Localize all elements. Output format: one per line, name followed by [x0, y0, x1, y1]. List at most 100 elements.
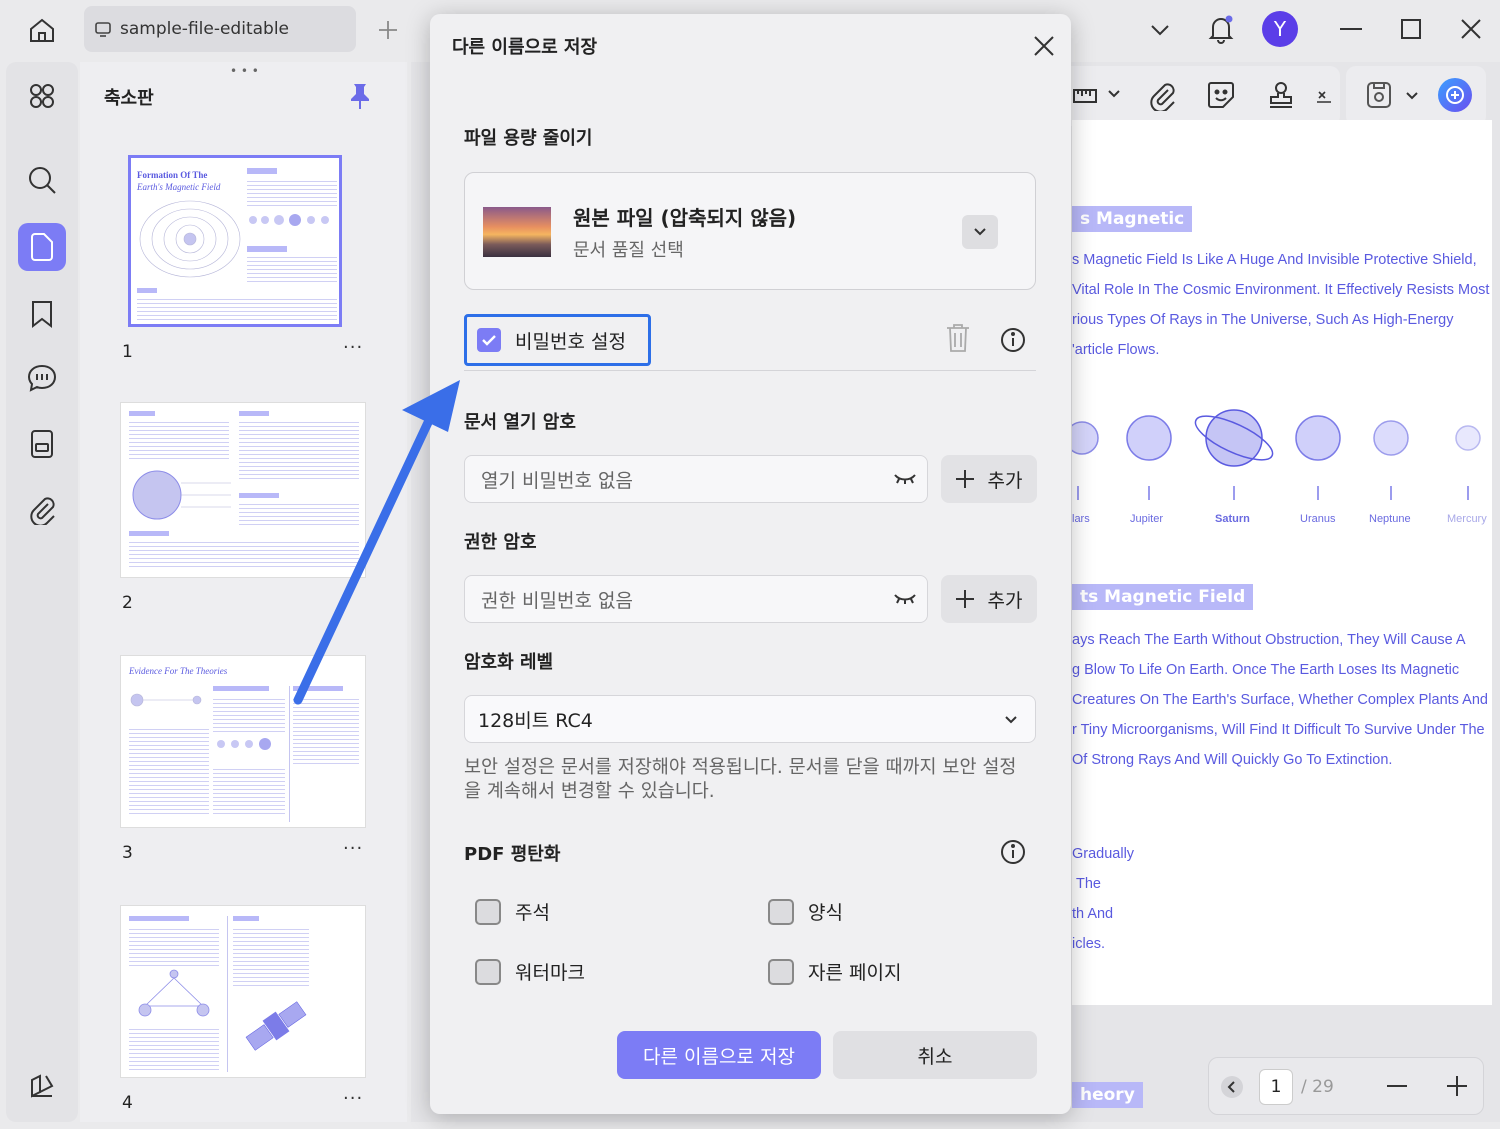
page-number-input[interactable]: 1: [1259, 1069, 1293, 1105]
checkbox-box: [768, 898, 794, 925]
doc-line: Creatures On The Earth's Surface, Whethe…: [1072, 692, 1488, 708]
tool-toolbar: [1060, 66, 1340, 126]
search-icon[interactable]: [18, 156, 66, 204]
doc-line: ays Reach The Earth Without Obstruction,…: [1072, 632, 1466, 648]
new-tab-icon[interactable]: [374, 16, 402, 44]
document-tab[interactable]: sample-file-editable: [84, 6, 356, 52]
chevron-down-icon[interactable]: [1145, 16, 1175, 44]
divider: [464, 370, 1036, 371]
plus-icon: [955, 590, 974, 608]
form-icon[interactable]: [18, 420, 66, 468]
planet-label: Jupiter: [1130, 513, 1164, 525]
doc-line: The: [1076, 876, 1101, 892]
planet-label: Uranus: [1300, 513, 1336, 525]
tab-title: sample-file-editable: [120, 19, 289, 39]
flatten-watermark-checkbox[interactable]: 워터마크: [475, 958, 585, 985]
save-as-button[interactable]: 다른 이름으로 저장: [617, 1031, 821, 1079]
close-icon[interactable]: [1030, 32, 1058, 60]
document-page: s Magnetic s Magnetic Field Is Like A Hu…: [1072, 120, 1492, 1005]
attachment-icon[interactable]: [18, 486, 66, 534]
doc-line: icles.: [1072, 936, 1106, 952]
open-password-placeholder: 열기 비밀번호 없음: [481, 469, 633, 492]
signature-icon[interactable]: [1316, 86, 1332, 106]
stamp-icon[interactable]: [1266, 80, 1296, 110]
comment-icon[interactable]: [18, 354, 66, 402]
flatten-heading: PDF 평탄화: [464, 844, 561, 865]
doc-line: rious Types Of Rays in The Universe, Suc…: [1072, 312, 1454, 328]
zoom-out-icon[interactable]: [1387, 1085, 1407, 1088]
prev-page-icon[interactable]: [1221, 1076, 1243, 1098]
chevron-down-icon[interactable]: [1108, 90, 1120, 98]
checkbox-box: [475, 958, 501, 985]
thumbnail-view-icon[interactable]: [18, 223, 66, 271]
page-1-more-button[interactable]: ···: [343, 337, 363, 358]
close-window-icon[interactable]: [1456, 14, 1486, 44]
avatar[interactable]: Y: [1262, 11, 1298, 47]
page-3-more-button[interactable]: ···: [343, 838, 363, 859]
measure-icon[interactable]: [1072, 82, 1098, 108]
encryption-level-value: 128비트 RC4: [478, 709, 593, 732]
bell-icon[interactable]: [1205, 12, 1237, 46]
compression-subtitle: 문서 품질 선택: [573, 240, 684, 261]
apps-icon[interactable]: [18, 72, 66, 120]
trash-icon[interactable]: [945, 322, 971, 354]
page-navigator: 1 / 29: [1208, 1057, 1484, 1115]
save-as-dialog: 다른 이름으로 저장 파일 용량 줄이기 원본 파일 (압축되지 않음) 문서 …: [430, 14, 1071, 1114]
permission-password-field[interactable]: 권한 비밀번호 없음: [464, 575, 928, 623]
checkbox-box: [768, 958, 794, 985]
home-icon[interactable]: [22, 12, 62, 48]
bookmark-icon[interactable]: [18, 290, 66, 338]
sticker-icon[interactable]: [1206, 80, 1236, 110]
layers-icon[interactable]: [18, 1062, 66, 1110]
save-toolbar: [1346, 66, 1486, 126]
info-icon[interactable]: [1000, 839, 1026, 865]
flatten-annotations-checkbox[interactable]: 주석: [475, 898, 550, 925]
permission-password-placeholder: 권한 비밀번호 없음: [481, 589, 633, 612]
doc-line: r Tiny Microorganisms, Will Find It Diff…: [1072, 722, 1485, 738]
compression-title: 원본 파일 (압축되지 않음): [573, 206, 797, 230]
ai-assistant-icon[interactable]: [1438, 78, 1472, 112]
doc-line: th And: [1072, 906, 1114, 922]
chevron-down-icon: [1005, 716, 1017, 724]
permission-password-heading: 권한 암호: [464, 532, 537, 553]
encryption-level-heading: 암호화 레벨: [464, 652, 554, 673]
zoom-in-icon[interactable]: [1447, 1076, 1467, 1096]
planet-label: Saturn: [1215, 513, 1250, 525]
attachment-icon[interactable]: [1148, 81, 1176, 111]
chevron-down-icon[interactable]: [962, 215, 998, 249]
info-icon[interactable]: [1000, 327, 1026, 353]
drag-handle[interactable]: • • •: [230, 64, 259, 78]
page-thumbnail-1[interactable]: Formation Of The Earth's Magnetic Field: [128, 155, 342, 327]
flatten-cropped-pages-checkbox[interactable]: 자른 페이지: [768, 958, 901, 985]
page-number-1: 1: [122, 342, 133, 362]
save-icon[interactable]: [1366, 80, 1392, 110]
chevron-down-icon[interactable]: [1406, 92, 1418, 100]
checkbox-label: 비밀번호 설정: [515, 330, 626, 353]
eye-closed-icon[interactable]: [893, 592, 917, 606]
doc-line: g Blow To Life On Earth. Once The Earth …: [1072, 662, 1460, 678]
page-number-3: 3: [122, 843, 133, 863]
page-thumbnail-4[interactable]: [120, 905, 366, 1078]
checkmark-icon: [477, 328, 501, 352]
pin-icon[interactable]: [348, 82, 372, 110]
minimize-icon[interactable]: [1336, 16, 1366, 44]
eye-closed-icon[interactable]: [893, 472, 917, 486]
page-number-4: 4: [122, 1093, 133, 1113]
maximize-icon[interactable]: [1396, 14, 1426, 44]
add-open-password-button[interactable]: 추가: [941, 455, 1037, 503]
set-password-checkbox[interactable]: 비밀번호 설정: [464, 314, 651, 366]
add-permission-password-button[interactable]: 추가: [941, 575, 1037, 623]
page-4-more-button[interactable]: ···: [343, 1088, 363, 1109]
planets-figure: [1072, 409, 1481, 500]
checkbox-box: [475, 898, 501, 925]
flatten-forms-checkbox[interactable]: 양식: [768, 898, 843, 925]
compression-option[interactable]: 원본 파일 (압축되지 않음) 문서 품질 선택: [464, 172, 1036, 290]
doc-line: 'article Flows.: [1072, 342, 1160, 358]
encryption-level-select[interactable]: 128비트 RC4: [464, 695, 1036, 743]
doc-heading-3: heory: [1072, 1082, 1143, 1108]
annotation-arrow: [293, 380, 460, 705]
cancel-button[interactable]: 취소: [833, 1031, 1037, 1079]
page-total: / 29: [1301, 1077, 1334, 1097]
open-password-field[interactable]: 열기 비밀번호 없음: [464, 455, 928, 503]
security-note: 보안 설정은 문서를 저장해야 적용됩니다. 문서를 닫을 때까지 보안 설정을…: [464, 757, 1017, 802]
